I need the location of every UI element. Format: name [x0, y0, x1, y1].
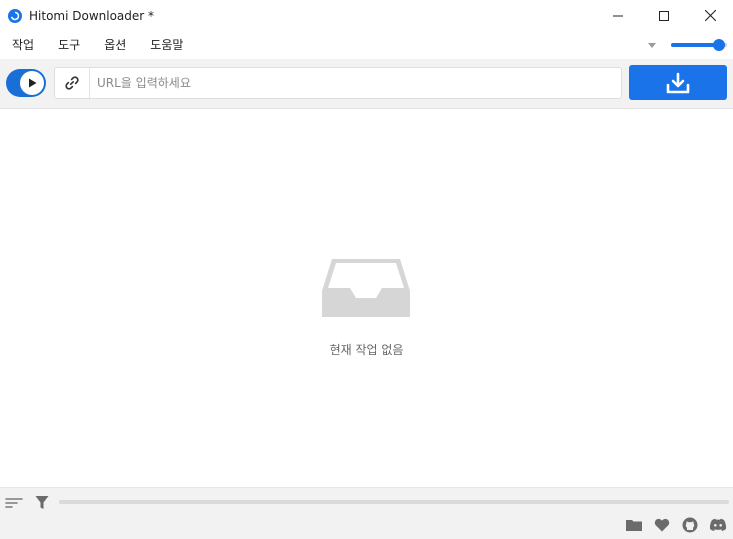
github-icon — [682, 517, 698, 533]
sort-icon[interactable] — [5, 496, 23, 510]
status-bar — [0, 487, 733, 539]
discord-icon — [709, 518, 727, 531]
menu-bar: 작업 도구 옵션 도움말 — [0, 31, 733, 59]
slider-thumb[interactable] — [713, 39, 726, 51]
play-icon — [29, 78, 37, 88]
url-input[interactable] — [90, 69, 621, 97]
overall-progress-bar — [59, 500, 729, 504]
inbox-tray-icon — [322, 259, 410, 317]
github-button[interactable] — [681, 516, 699, 534]
maximize-button[interactable] — [641, 0, 687, 31]
close-button[interactable] — [687, 0, 733, 31]
folder-icon — [626, 520, 642, 531]
volume-slider[interactable] — [671, 38, 727, 52]
play-knob — [20, 71, 44, 95]
menu-item-tools[interactable]: 도구 — [46, 31, 92, 59]
window-controls — [595, 0, 733, 31]
window-title: Hitomi Downloader * — [29, 8, 155, 23]
filter-icon[interactable] — [35, 495, 49, 511]
toolbar — [0, 59, 733, 109]
folder-button[interactable] — [625, 516, 643, 534]
caret-down-icon — [648, 42, 656, 48]
maximize-icon — [659, 10, 669, 21]
menu-item-help[interactable]: 도움말 — [138, 31, 195, 59]
heart-button[interactable] — [653, 516, 671, 534]
download-icon — [666, 72, 690, 93]
title-bar: Hitomi Downloader * — [0, 0, 733, 31]
dropdown-button[interactable] — [645, 38, 659, 52]
minimize-button[interactable] — [595, 0, 641, 31]
discord-button[interactable] — [709, 516, 727, 534]
footer-links — [615, 516, 727, 534]
app-icon — [8, 8, 22, 23]
close-icon — [704, 10, 716, 21]
menu-item-options[interactable]: 옵션 — [92, 31, 138, 59]
link-icon[interactable] — [55, 68, 90, 98]
slider-fill — [671, 43, 720, 47]
task-list-empty: 현재 작업 없음 — [0, 109, 733, 487]
empty-message: 현재 작업 없음 — [329, 343, 404, 357]
url-box — [54, 67, 622, 99]
minimize-icon — [613, 15, 623, 16]
download-button[interactable] — [629, 65, 727, 100]
play-toggle[interactable] — [6, 69, 46, 97]
volume-controls — [645, 31, 727, 59]
heart-icon — [654, 518, 670, 532]
menu-item-task[interactable]: 작업 — [0, 31, 46, 59]
